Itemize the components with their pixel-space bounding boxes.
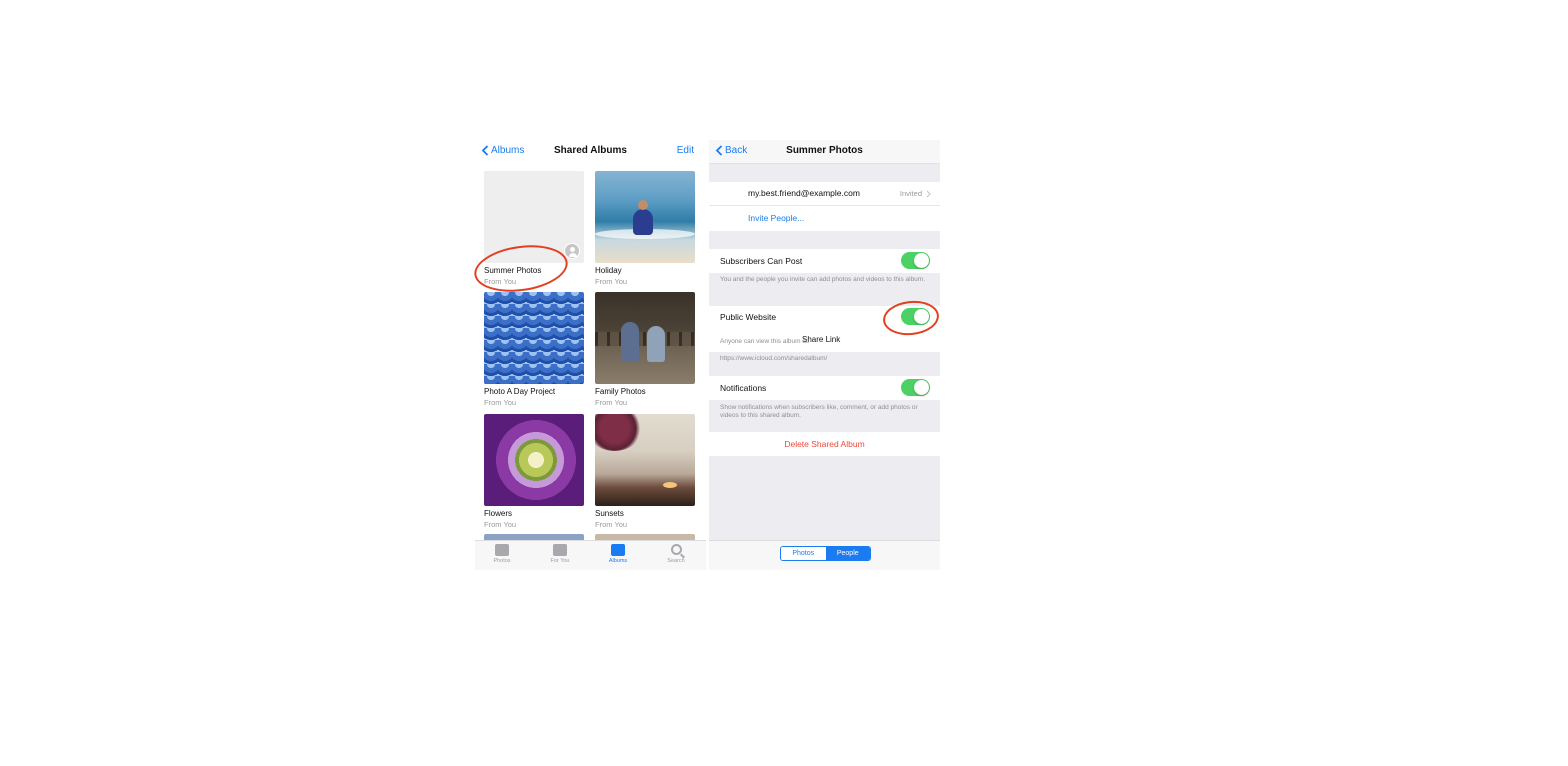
shared-albums-screen: Albums Shared Albums Edit Summer Photos … bbox=[475, 140, 706, 570]
album-thumbnail bbox=[595, 292, 695, 384]
album-name: Summer Photos bbox=[484, 266, 542, 275]
album-thumbnail bbox=[484, 414, 584, 506]
notifications-caption: Show notifications when subscribers like… bbox=[720, 404, 918, 419]
back-label: Back bbox=[725, 145, 748, 156]
search-icon bbox=[670, 544, 682, 555]
photos-people-segmented-control: Photos People bbox=[780, 546, 871, 561]
album-summer-photos[interactable]: Summer Photos From You bbox=[484, 171, 584, 286]
album-owner: From You bbox=[595, 277, 628, 286]
albums-back-label: Albums bbox=[491, 145, 525, 156]
tab-bar: Photos For You Albums Search bbox=[475, 540, 706, 570]
edit-button[interactable]: Edit bbox=[677, 145, 694, 156]
person-icon bbox=[564, 243, 580, 259]
album-photo-a-day-project[interactable]: Photo A Day Project From You bbox=[484, 292, 584, 407]
album-owner: From You bbox=[484, 398, 517, 407]
chevron-left-icon bbox=[715, 145, 723, 156]
album-name: Flowers bbox=[484, 509, 513, 518]
subscriber-row[interactable]: my.best.friend@example.com Invited bbox=[709, 182, 940, 206]
album-owner: From You bbox=[484, 520, 517, 529]
subscribers-can-post-row: Subscribers Can Post bbox=[709, 249, 940, 273]
public-website-toggle[interactable] bbox=[901, 308, 930, 325]
photos-icon bbox=[495, 544, 509, 556]
tab-search[interactable]: Search bbox=[656, 544, 696, 564]
public-website-row: Public Website Share Link Anyone can vie… bbox=[709, 306, 940, 352]
notifications-row: Notifications bbox=[709, 376, 940, 400]
album-owner: From You bbox=[595, 398, 628, 407]
albums-back-button[interactable]: Albums bbox=[481, 145, 524, 156]
album-name: Sunsets bbox=[595, 509, 624, 518]
fence bbox=[595, 332, 695, 346]
delete-shared-album-button[interactable]: Delete Shared Album bbox=[709, 439, 940, 449]
public-website-url[interactable]: https://www.icloud.com/sharedalbum/ bbox=[720, 355, 930, 363]
albums-icon bbox=[611, 544, 625, 556]
album-thumbnail bbox=[595, 171, 695, 263]
album-flowers[interactable]: Flowers From You bbox=[484, 414, 584, 529]
child-figure bbox=[633, 200, 653, 235]
album-settings-screen: Back Summer Photos my.best.friend@exampl… bbox=[709, 140, 940, 570]
subscribers-can-post-toggle[interactable] bbox=[901, 252, 930, 269]
album-sunsets[interactable]: Sunsets From You bbox=[595, 414, 695, 529]
navigation-bar: Albums Shared Albums Edit bbox=[475, 140, 706, 164]
album-name: Holiday bbox=[595, 266, 622, 275]
chevron-right-icon bbox=[926, 190, 931, 198]
tab-label: Search bbox=[667, 558, 685, 564]
album-thumbnail bbox=[484, 171, 584, 263]
public-website-label: Public Website bbox=[720, 312, 777, 322]
subscribers-group: my.best.friend@example.com Invited Invit… bbox=[709, 182, 940, 231]
navigation-bar: Back Summer Photos bbox=[709, 140, 940, 164]
album-owner: From You bbox=[484, 277, 517, 286]
subscriber-email: my.best.friend@example.com bbox=[748, 188, 860, 198]
subscribers-can-post-label: Subscribers Can Post bbox=[720, 256, 803, 266]
tab-photos[interactable]: Photos bbox=[482, 544, 522, 564]
album-thumbnail bbox=[595, 414, 695, 506]
tab-for-you[interactable]: For You bbox=[540, 544, 580, 564]
public-website-caption: Anyone can view this album at: bbox=[720, 338, 810, 345]
tab-label: For You bbox=[550, 558, 570, 564]
child-figure bbox=[647, 326, 665, 362]
tree-silhouette bbox=[595, 414, 642, 451]
album-thumbnail bbox=[484, 292, 584, 384]
segment-photos[interactable]: Photos bbox=[781, 547, 826, 560]
album-name: Family Photos bbox=[595, 387, 646, 396]
for-you-icon bbox=[553, 544, 567, 556]
back-button[interactable]: Back bbox=[715, 145, 747, 156]
notifications-label: Notifications bbox=[720, 383, 767, 393]
album-name: Photo A Day Project bbox=[484, 387, 556, 396]
sun bbox=[663, 482, 677, 488]
album-owner: From You bbox=[595, 520, 628, 529]
tab-label: Photos bbox=[493, 558, 511, 564]
delete-shared-album-row[interactable]: Delete Shared Album bbox=[709, 432, 940, 456]
tab-label: Albums bbox=[608, 558, 628, 564]
chevron-left-icon bbox=[481, 145, 489, 156]
invite-people-button[interactable]: Invite People... bbox=[748, 213, 804, 223]
subscribers-can-post-caption: You and the people you invite can add ph… bbox=[720, 276, 926, 283]
segment-people[interactable]: People bbox=[825, 547, 870, 560]
tab-albums[interactable]: Albums bbox=[598, 544, 638, 564]
subscriber-status: Invited bbox=[899, 189, 922, 198]
child-figure bbox=[621, 322, 639, 362]
notifications-toggle[interactable] bbox=[901, 379, 930, 396]
album-family-photos[interactable]: Family Photos From You bbox=[595, 292, 695, 407]
album-holiday[interactable]: Holiday From You bbox=[595, 171, 695, 286]
